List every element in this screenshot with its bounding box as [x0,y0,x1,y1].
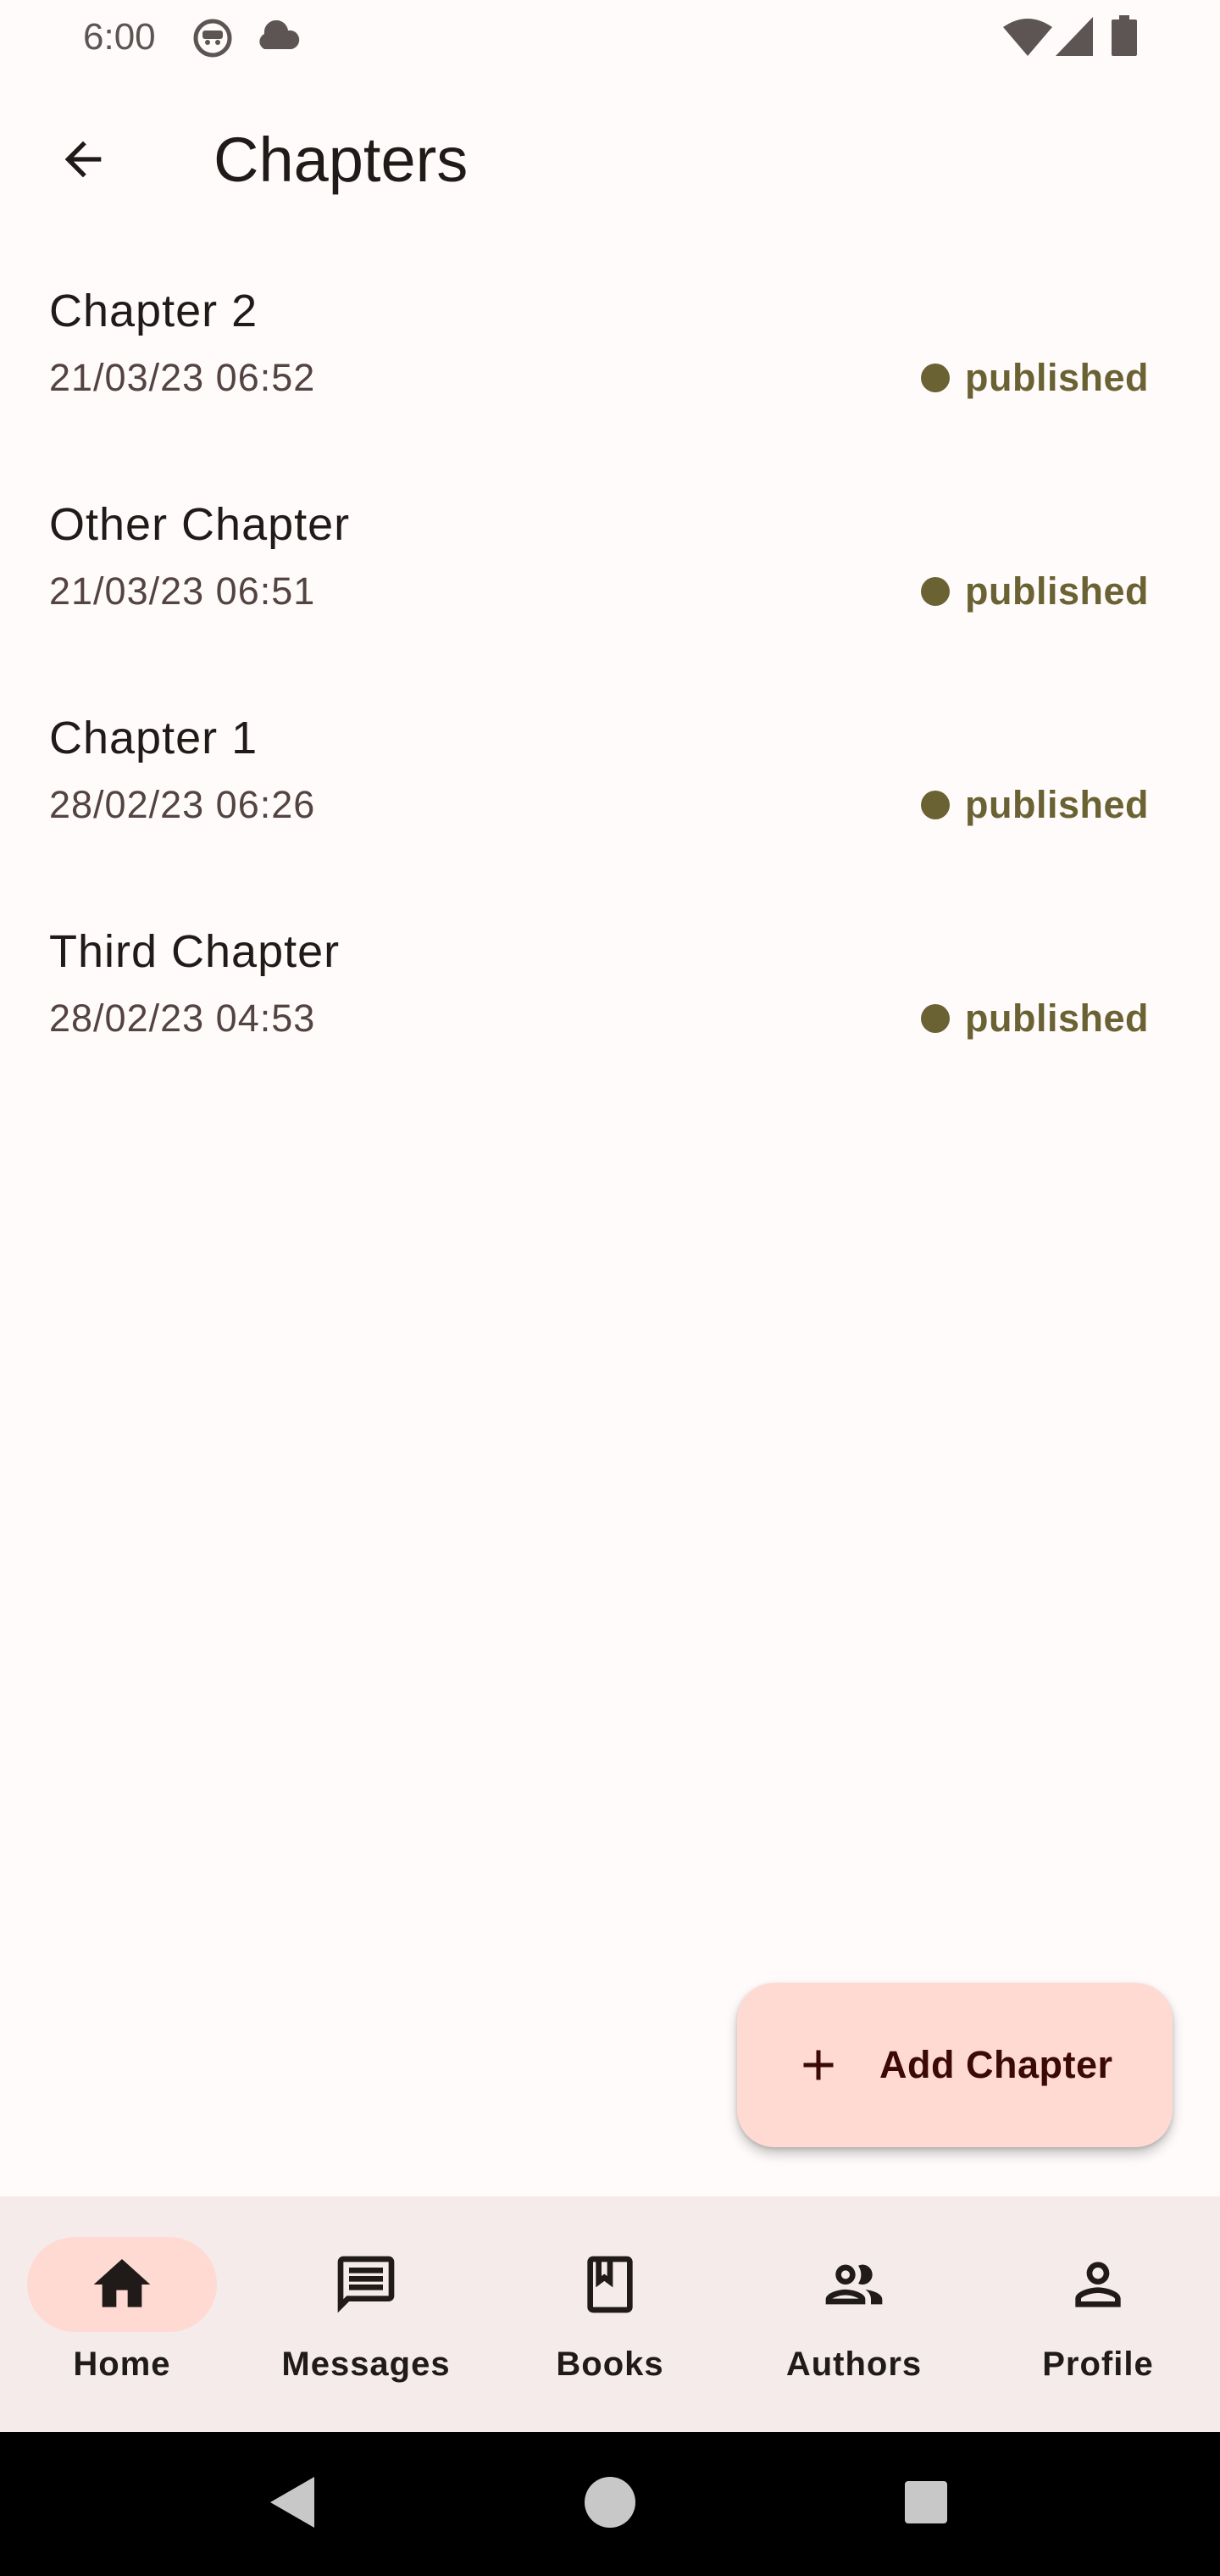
message-icon [332,2251,400,2318]
chapter-title: Chapter 2 [49,286,258,336]
plus-icon [793,2040,844,2090]
add-chapter-button[interactable]: Add Chapter [737,1983,1173,2147]
bottom-navigation: Home Messages Books Authors Profile [0,2196,1220,2432]
nav-item-books[interactable]: Books [488,2196,732,2432]
chapter-date: 21/03/23 06:51 [49,569,316,613]
square-recents-icon [903,2479,949,2529]
nav-item-authors[interactable]: Authors [732,2196,976,2432]
circle-home-icon [583,2475,637,2534]
status-text: published [965,356,1149,399]
status-text: published [965,783,1149,826]
triangle-back-icon [267,2475,318,2534]
status-text: published [965,997,1149,1040]
home-icon [88,2251,156,2318]
nav-label-profile: Profile [1042,2346,1154,2383]
status-dot-icon [921,791,950,819]
chapter-date: 21/03/23 06:52 [49,356,316,399]
status-badge: published [921,993,1149,1044]
nav-label-messages: Messages [281,2346,451,2383]
battery-icon [1112,15,1137,60]
chapter-title: Third Chapter [49,926,341,977]
status-badge: published [921,353,1149,403]
nav-label-books: Books [556,2346,664,2383]
android-face-icon [191,17,234,64]
chapter-list-item[interactable]: Chapter 1 28/02/23 06:26 published [0,681,1220,895]
status-dot-icon [921,364,950,392]
book-icon [576,2251,644,2318]
chapter-list: Chapter 2 21/03/23 06:52 published Other… [0,254,1220,1108]
arrow-back-icon [56,132,110,191]
person-icon [1064,2251,1132,2318]
chapter-list-item[interactable]: Chapter 2 21/03/23 06:52 published [0,254,1220,468]
chapter-date: 28/02/23 04:53 [49,997,316,1040]
page-title: Chapters [214,125,469,195]
nav-item-messages[interactable]: Messages [244,2196,488,2432]
status-badge: published [921,566,1149,617]
status-dot-icon [921,577,950,606]
nav-label-home: Home [73,2346,171,2383]
status-text: published [965,569,1149,613]
chapter-list-item[interactable]: Third Chapter 28/02/23 04:53 published [0,895,1220,1108]
wifi-icon [1003,19,1052,60]
people-icon [820,2251,888,2318]
status-time: 6:00 [83,16,156,58]
chapter-title: Other Chapter [49,499,351,550]
cloud-icon [254,19,302,58]
nav-label-authors: Authors [785,2346,923,2383]
status-badge: published [921,780,1149,830]
nav-item-profile[interactable]: Profile [976,2196,1220,2432]
status-bar: 6:00 [0,0,1220,76]
app-bar: Chapters [0,93,1220,212]
status-dot-icon [921,1004,950,1033]
chapter-list-item[interactable]: Other Chapter 21/03/23 06:51 published [0,468,1220,681]
chapter-title: Chapter 1 [49,713,258,763]
back-button[interactable] [41,119,125,203]
system-recents-button[interactable] [888,2466,964,2542]
chapter-date: 28/02/23 06:26 [49,783,316,826]
nav-item-home[interactable]: Home [0,2196,244,2432]
add-chapter-label: Add Chapter [879,2043,1113,2086]
signal-icon [1056,17,1093,60]
system-home-button[interactable] [572,2466,648,2542]
system-navigation-bar [0,2432,1220,2576]
system-back-button[interactable] [254,2466,330,2542]
